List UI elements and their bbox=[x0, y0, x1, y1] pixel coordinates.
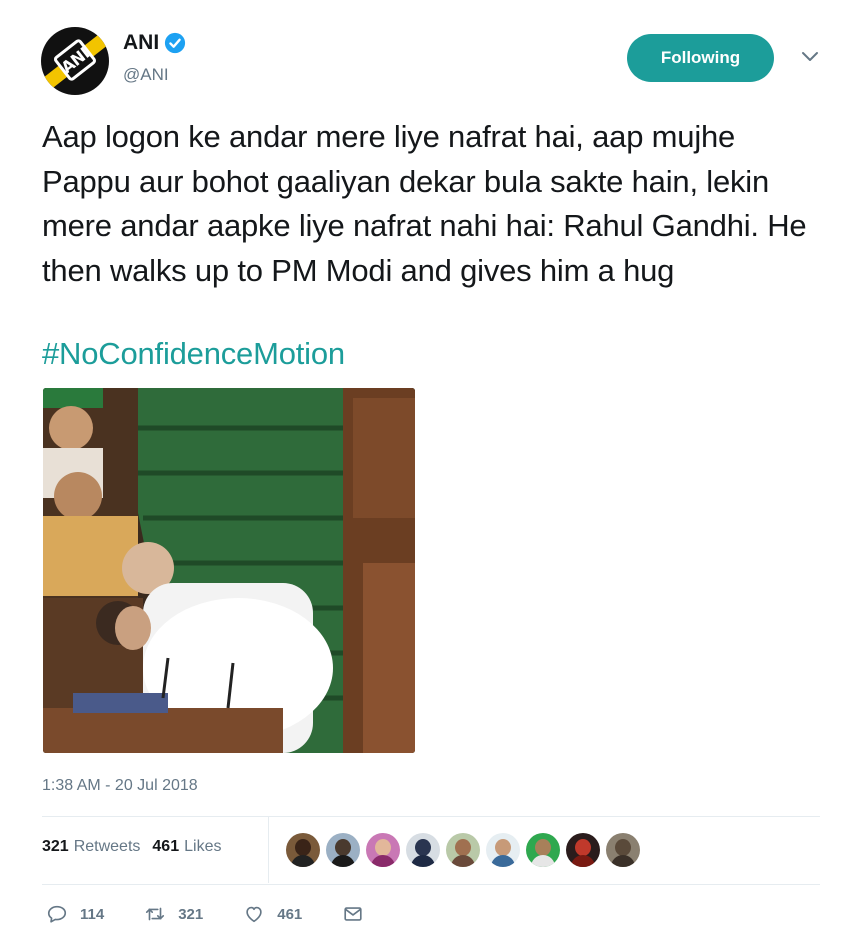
likes-label[interactable]: Likes bbox=[184, 838, 221, 856]
hashtag-link[interactable]: #NoConfidenceMotion bbox=[42, 332, 345, 376]
tweet-actions: 114 321 461 bbox=[46, 903, 416, 925]
retweets-label[interactable]: Retweets bbox=[74, 838, 141, 856]
account-avatar[interactable]: ANI bbox=[41, 27, 109, 95]
heart-icon bbox=[246, 906, 262, 923]
like-button[interactable]: 461 bbox=[243, 903, 302, 925]
tweet-photo[interactable] bbox=[43, 388, 415, 753]
photo-illustration bbox=[43, 388, 415, 753]
reply-count: 114 bbox=[80, 905, 105, 923]
retweet-button[interactable]: 321 bbox=[144, 903, 203, 925]
retweets-count[interactable]: 321 bbox=[42, 838, 69, 856]
account-name[interactable]: ANI bbox=[123, 31, 159, 55]
liker-avatar[interactable] bbox=[366, 833, 400, 867]
chevron-down-icon[interactable] bbox=[800, 50, 820, 64]
liker-avatar[interactable] bbox=[406, 833, 440, 867]
liker-avatar[interactable] bbox=[566, 833, 600, 867]
retweet-icon bbox=[146, 907, 165, 921]
liker-avatar[interactable] bbox=[446, 833, 480, 867]
logo-text: ANI bbox=[57, 43, 93, 77]
liker-avatar[interactable] bbox=[526, 833, 560, 867]
reply-button[interactable]: 114 bbox=[46, 903, 104, 925]
account-handle[interactable]: @ANI bbox=[123, 65, 169, 85]
stats-separator bbox=[268, 817, 269, 883]
tweet-timestamp[interactable]: 1:38 AM - 20 Jul 2018 bbox=[42, 777, 198, 795]
divider-bottom bbox=[42, 884, 820, 885]
likes-count[interactable]: 461 bbox=[152, 838, 179, 856]
liker-avatar[interactable] bbox=[326, 833, 360, 867]
direct-message-button[interactable] bbox=[342, 903, 376, 925]
following-button[interactable]: Following bbox=[627, 34, 774, 82]
tweet-text: Aap logon ke andar mere liye nafrat hai,… bbox=[42, 119, 807, 288]
liker-avatars bbox=[286, 833, 646, 867]
retweet-count: 321 bbox=[178, 905, 204, 923]
like-count: 461 bbox=[277, 905, 303, 923]
divider-top bbox=[42, 816, 820, 817]
verified-badge-icon bbox=[165, 32, 186, 54]
engagement-stats: 321 Retweets 461 Likes bbox=[42, 838, 233, 856]
liker-avatar[interactable] bbox=[486, 833, 520, 867]
account-name-row: ANI bbox=[123, 31, 186, 55]
liker-avatar[interactable] bbox=[286, 833, 320, 867]
envelope-icon bbox=[344, 907, 362, 921]
reply-icon bbox=[47, 905, 67, 923]
liker-avatar[interactable] bbox=[606, 833, 640, 867]
